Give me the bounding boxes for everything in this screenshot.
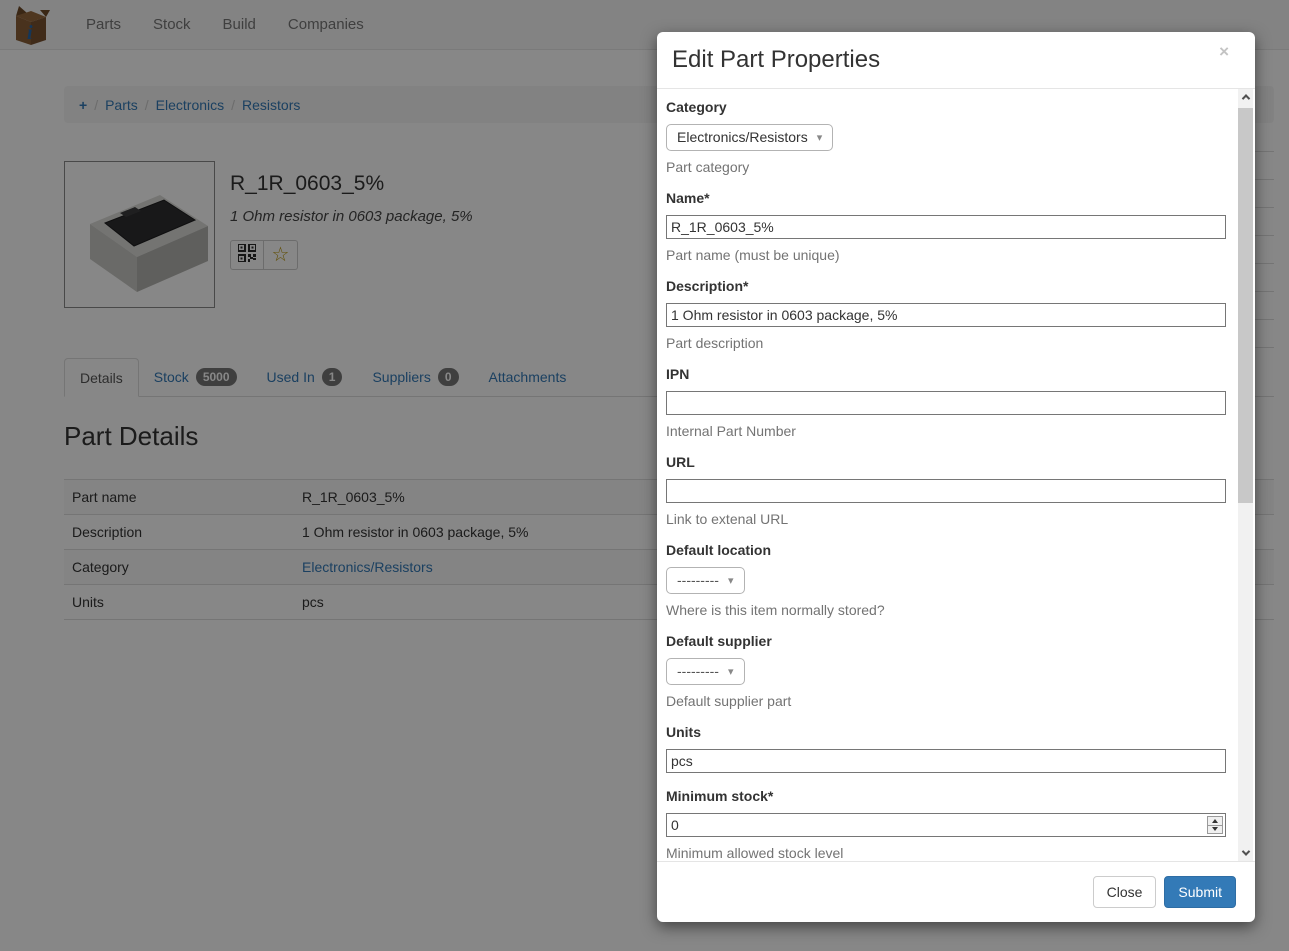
scrollbar-thumb[interactable] bbox=[1238, 108, 1253, 503]
default-location-select[interactable]: --------- ▾ bbox=[666, 567, 745, 594]
field-description: Description* Part description bbox=[666, 278, 1226, 351]
chevron-up-icon bbox=[1241, 94, 1249, 102]
scrollbar-up-arrow[interactable] bbox=[1238, 89, 1253, 105]
default-supplier-select[interactable]: --------- ▾ bbox=[666, 658, 745, 685]
select-value: --------- bbox=[677, 572, 719, 588]
url-input[interactable] bbox=[666, 479, 1226, 503]
field-help: Part category bbox=[666, 159, 1226, 175]
field-label: Default supplier bbox=[666, 633, 1226, 649]
ipn-input[interactable] bbox=[666, 391, 1226, 415]
category-select[interactable]: Electronics/Resistors ▾ bbox=[666, 124, 833, 151]
spinner-up-button[interactable] bbox=[1208, 817, 1222, 825]
units-input[interactable] bbox=[666, 749, 1226, 773]
close-button[interactable]: Close bbox=[1093, 876, 1157, 908]
chevron-down-icon: ▾ bbox=[817, 131, 823, 144]
triangle-up-icon bbox=[1212, 819, 1218, 823]
select-value: Electronics/Resistors bbox=[677, 129, 808, 145]
field-help: Default supplier part bbox=[666, 693, 1226, 709]
field-help: Part description bbox=[666, 335, 1226, 351]
field-help: Internal Part Number bbox=[666, 423, 1226, 439]
field-label: IPN bbox=[666, 366, 1226, 382]
field-help: Where is this item normally stored? bbox=[666, 602, 1226, 618]
field-category: Category Electronics/Resistors ▾ Part ca… bbox=[666, 99, 1226, 175]
field-help: Minimum allowed stock level bbox=[666, 845, 1226, 861]
field-label: Units bbox=[666, 724, 1226, 740]
field-label: Minimum stock* bbox=[666, 788, 1226, 804]
field-default-supplier: Default supplier --------- ▾ Default sup… bbox=[666, 633, 1226, 709]
field-label: Name* bbox=[666, 190, 1226, 206]
field-ipn: IPN Internal Part Number bbox=[666, 366, 1226, 439]
edit-part-modal: Edit Part Properties × Category Electron… bbox=[657, 32, 1255, 922]
scrollbar-down-arrow[interactable] bbox=[1238, 845, 1253, 861]
chevron-down-icon: ▾ bbox=[728, 574, 734, 587]
name-input[interactable] bbox=[666, 215, 1226, 239]
field-label: URL bbox=[666, 454, 1226, 470]
modal-header: Edit Part Properties × bbox=[657, 32, 1255, 89]
field-default-location: Default location --------- ▾ Where is th… bbox=[666, 542, 1226, 618]
spinner-down-button[interactable] bbox=[1208, 825, 1222, 834]
modal-scrollbar[interactable] bbox=[1238, 89, 1253, 861]
field-units: Units bbox=[666, 724, 1226, 773]
close-icon[interactable]: × bbox=[1213, 42, 1235, 61]
modal-footer: Close Submit bbox=[657, 861, 1255, 922]
description-input[interactable] bbox=[666, 303, 1226, 327]
field-name: Name* Part name (must be unique) bbox=[666, 190, 1226, 263]
number-spinner bbox=[1207, 816, 1223, 834]
submit-button[interactable]: Submit bbox=[1164, 876, 1236, 908]
chevron-down-icon: ▾ bbox=[728, 665, 734, 678]
field-minimum-stock: Minimum stock* Minimum allowed stock lev… bbox=[666, 788, 1226, 861]
triangle-down-icon bbox=[1212, 827, 1218, 831]
field-label: Category bbox=[666, 99, 1226, 115]
select-value: --------- bbox=[677, 663, 719, 679]
chevron-down-icon bbox=[1241, 847, 1249, 855]
modal-form-body: Category Electronics/Resistors ▾ Part ca… bbox=[657, 89, 1255, 861]
field-url: URL Link to extenal URL bbox=[666, 454, 1226, 527]
field-label: Description* bbox=[666, 278, 1226, 294]
field-label: Default location bbox=[666, 542, 1226, 558]
field-help: Part name (must be unique) bbox=[666, 247, 1226, 263]
minimum-stock-input[interactable] bbox=[666, 813, 1226, 837]
modal-title: Edit Part Properties bbox=[672, 46, 1240, 74]
field-help: Link to extenal URL bbox=[666, 511, 1226, 527]
